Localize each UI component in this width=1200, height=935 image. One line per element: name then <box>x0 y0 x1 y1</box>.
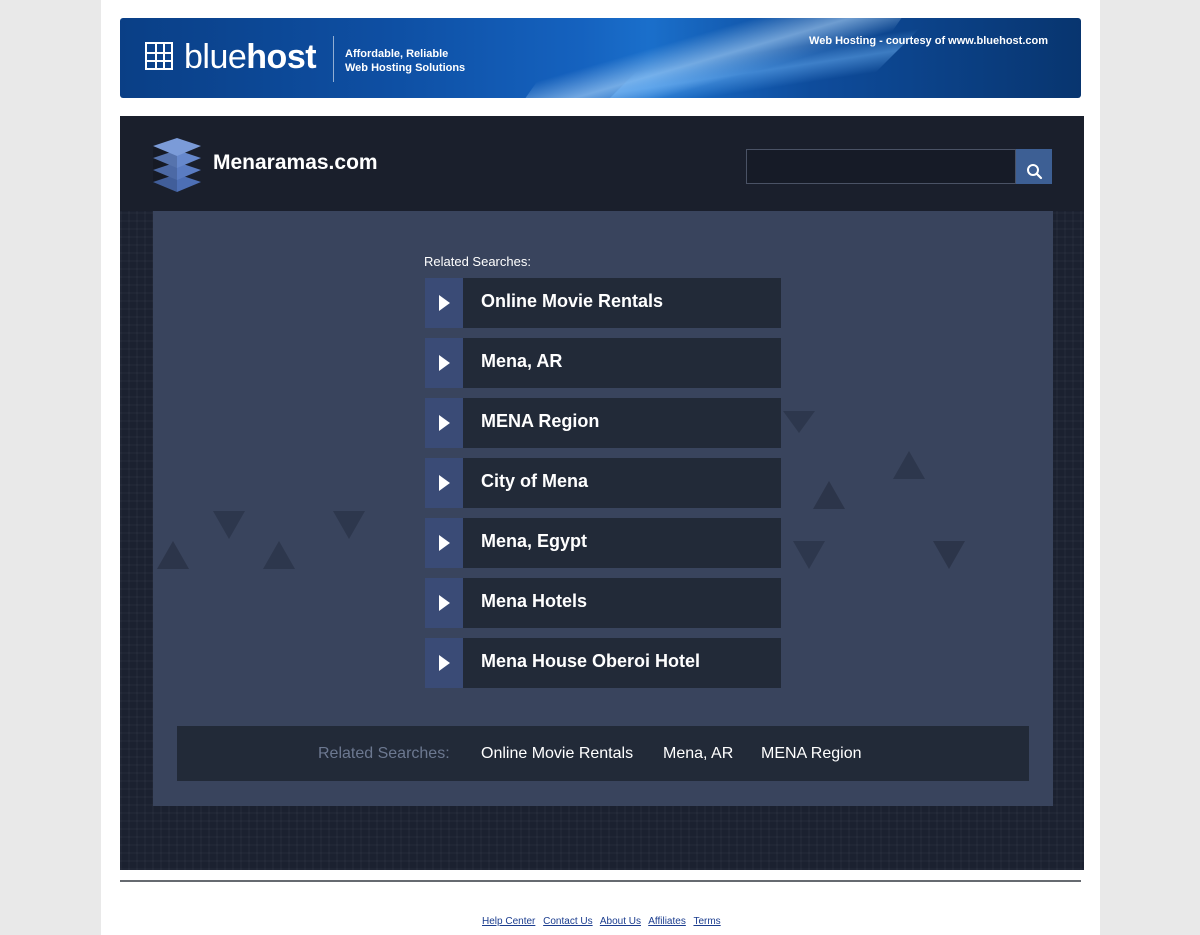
layer-stack-icon <box>153 138 201 192</box>
result-arrow-box <box>425 578 463 628</box>
parked-site: Menaramas.com Related Searches: Online M… <box>120 116 1084 870</box>
result-label-box: Mena Hotels <box>463 578 781 628</box>
result-arrow-box <box>425 638 463 688</box>
content-panel: Related Searches: Online Movie Rentals M… <box>153 211 1053 806</box>
footer-links: Help Center Contact Us About Us Affiliat… <box>482 916 726 927</box>
tagline-line-2: Web Hosting Solutions <box>345 62 466 74</box>
play-arrow-icon <box>439 535 450 551</box>
result-city-of-mena[interactable]: City of Mena <box>425 458 781 508</box>
bottom-link-mena-region[interactable]: MENA Region <box>761 745 862 763</box>
brand-bold-text: host <box>246 38 317 76</box>
tagline-line-1: Affordable, Reliable <box>345 48 449 60</box>
result-label: Online Movie Rentals <box>481 291 664 311</box>
result-label-box: City of Mena <box>463 458 781 508</box>
footer-link-affiliates[interactable]: Affiliates <box>648 916 686 927</box>
result-online-movie-rentals[interactable]: Online Movie Rentals <box>425 278 781 328</box>
footer-link-about-us[interactable]: About Us <box>600 916 641 927</box>
result-label-box: MENA Region <box>463 398 781 448</box>
decor-triangle <box>813 481 845 509</box>
result-label: Mena, AR <box>481 351 563 371</box>
result-arrow-box <box>425 518 463 568</box>
search-icon <box>1026 163 1042 179</box>
result-label: Mena House Oberoi Hotel <box>481 651 701 671</box>
bottom-related-bar: Related Searches: Online Movie Rentals M… <box>177 726 1029 781</box>
result-mena-egypt[interactable]: Mena, Egypt <box>425 518 781 568</box>
result-label-box: Online Movie Rentals <box>463 278 781 328</box>
grid-logo-icon <box>145 42 173 70</box>
result-label: City of Mena <box>481 471 589 491</box>
result-arrow-box <box>425 278 463 328</box>
result-mena-ar[interactable]: Mena, AR <box>425 338 781 388</box>
decor-triangle <box>793 541 825 569</box>
bottom-link-online-movie-rentals[interactable]: Online Movie Rentals <box>481 745 633 763</box>
footer-divider <box>120 880 1081 882</box>
site-title: Menaramas.com <box>213 151 378 174</box>
decor-triangle <box>783 411 815 433</box>
result-label: Mena Hotels <box>481 591 588 611</box>
footer-link-help-center[interactable]: Help Center <box>482 916 535 927</box>
result-arrow-box <box>425 338 463 388</box>
bluehost-banner[interactable]: bluehost Affordable, Reliable Web Hostin… <box>120 18 1081 98</box>
bluehost-logo: bluehost <box>184 38 317 76</box>
play-arrow-icon <box>439 355 450 371</box>
result-label: Mena, Egypt <box>481 531 588 551</box>
related-results-list: Online Movie Rentals Mena, AR MENA Regio… <box>425 278 781 698</box>
search-input[interactable] <box>746 149 1016 184</box>
bottom-related-label: Related Searches: <box>318 745 450 762</box>
play-arrow-icon <box>439 595 450 611</box>
footer-link-contact-us[interactable]: Contact Us <box>543 916 592 927</box>
search-button[interactable] <box>1016 149 1052 184</box>
play-arrow-icon <box>439 655 450 671</box>
banner-courtesy-text: Web Hosting - courtesy of www.bluehost.c… <box>809 35 1048 47</box>
result-label-box: Mena, Egypt <box>463 518 781 568</box>
result-mena-house-oberoi-hotel[interactable]: Mena House Oberoi Hotel <box>425 638 781 688</box>
decor-triangle <box>933 541 965 569</box>
result-label-box: Mena House Oberoi Hotel <box>463 638 781 688</box>
result-arrow-box <box>425 458 463 508</box>
decor-triangle <box>213 511 245 539</box>
result-arrow-box <box>425 398 463 448</box>
decor-triangle <box>893 451 925 479</box>
decor-triangle <box>333 511 365 539</box>
decor-triangle <box>263 541 295 569</box>
bottom-link-mena-ar[interactable]: Mena, AR <box>663 745 733 763</box>
banner-divider <box>333 36 334 82</box>
play-arrow-icon <box>439 475 450 491</box>
result-label: MENA Region <box>481 411 600 431</box>
play-arrow-icon <box>439 295 450 311</box>
related-searches-label: Related Searches: <box>424 254 531 269</box>
brand-light-text: blue <box>184 38 247 76</box>
banner-tagline: Affordable, Reliable Web Hosting Solutio… <box>345 47 465 75</box>
site-header: Menaramas.com <box>120 116 1084 211</box>
decor-triangle <box>157 541 189 569</box>
play-arrow-icon <box>439 415 450 431</box>
result-mena-region[interactable]: MENA Region <box>425 398 781 448</box>
result-label-box: Mena, AR <box>463 338 781 388</box>
result-mena-hotels[interactable]: Mena Hotels <box>425 578 781 628</box>
footer-link-terms[interactable]: Terms <box>693 916 720 927</box>
